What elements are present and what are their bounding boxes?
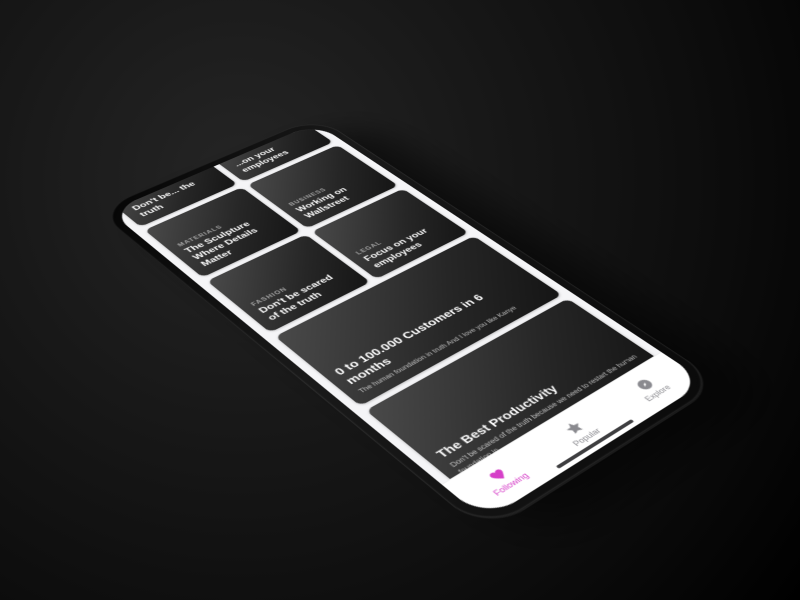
card-title: Don't be scared of the truth: [641, 410, 706, 478]
phone-mockup: Don't be... the truth ...on your employe…: [96, 117, 721, 533]
card-title: Focus on your employees: [532, 476, 641, 520]
